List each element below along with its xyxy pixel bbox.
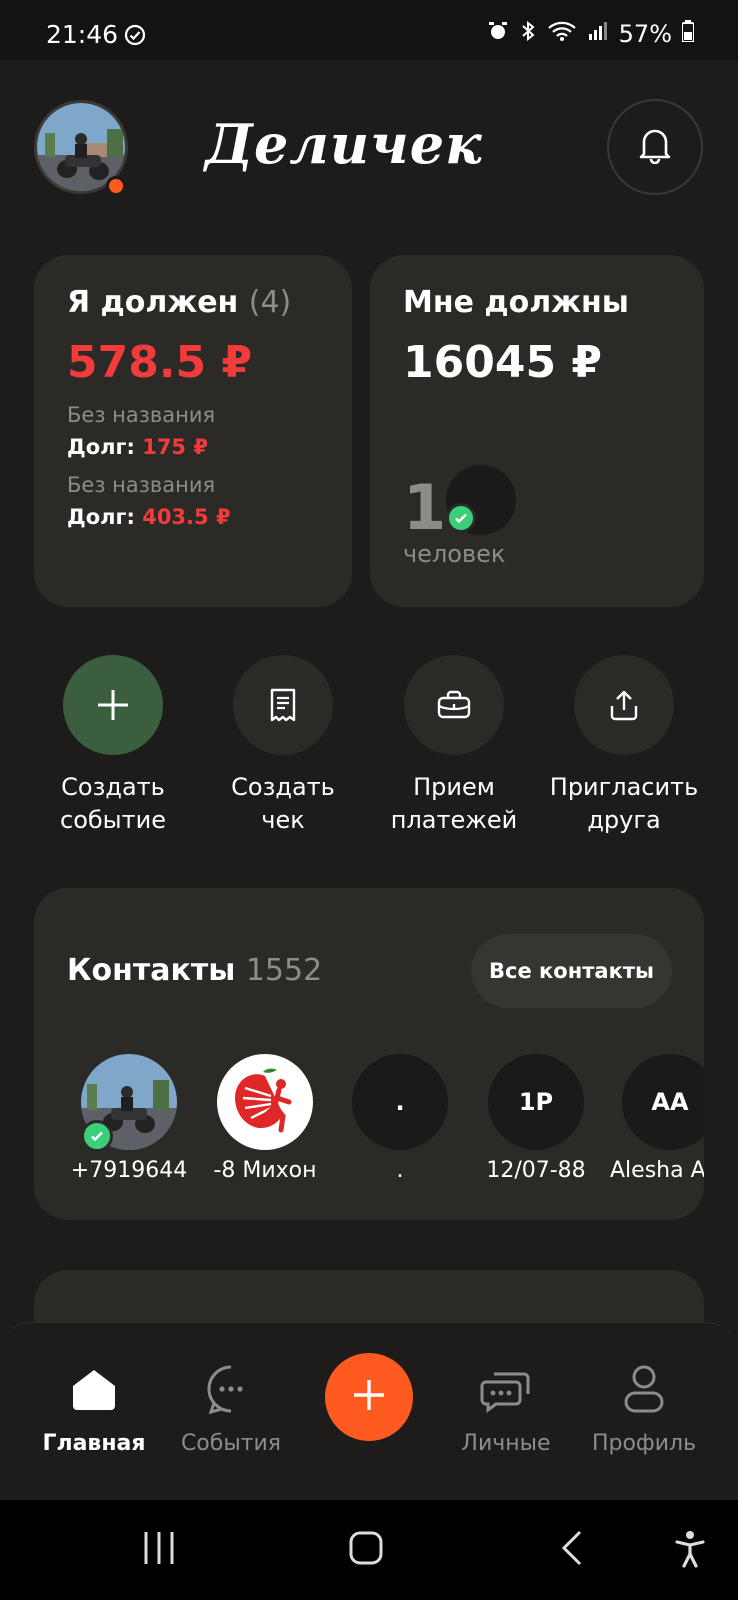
bottom-navigation: Главная События Личные Профиль <box>0 1322 738 1501</box>
contact-name: +7919644 <box>70 1158 188 1183</box>
debt-line: Долг: 403.5 ₽ <box>67 505 231 529</box>
nav-events[interactable]: События <box>161 1361 301 1456</box>
accept-payments-label: Прием платежей <box>390 773 518 834</box>
i-owe-card[interactable]: Я должен (4) 578.5 ₽ Без названия Долг: … <box>34 255 352 607</box>
home-icon <box>24 1361 164 1417</box>
contact-item[interactable]: -8 Михон <box>205 1054 325 1183</box>
chats-icon <box>436 1361 576 1417</box>
alarm-icon <box>487 20 509 48</box>
status-time: 21:46 <box>46 20 119 49</box>
contact-item[interactable]: AA Alesha A <box>610 1054 704 1183</box>
contact-item[interactable]: +7919644 <box>69 1054 189 1183</box>
signal-icon <box>587 20 609 48</box>
create-event-label: Создать событие <box>60 773 166 834</box>
wifi-icon <box>547 20 577 48</box>
add-button[interactable] <box>325 1353 413 1441</box>
verified-check-icon <box>81 1120 113 1152</box>
app-logo: Деличек <box>205 112 483 176</box>
owed-to-me-title: Мне должны <box>403 285 629 320</box>
create-receipt-button[interactable]: Создать чек <box>198 655 368 837</box>
invite-friend-button[interactable]: Пригласить друга <box>539 655 709 837</box>
owed-to-me-card[interactable]: Мне должны 16045 ₽ 1 человек <box>370 255 704 607</box>
contact-avatar: . <box>352 1054 448 1150</box>
status-bar: 21:46 57% <box>0 0 738 60</box>
contact-name: Alesha A <box>610 1158 704 1183</box>
debt-name: Без названия <box>67 403 216 427</box>
create-event-button[interactable]: Создать событие <box>28 655 198 837</box>
accept-payments-button[interactable]: Прием платежей <box>369 655 539 837</box>
people-count: 1 <box>403 471 447 544</box>
debt-line: Долг: 175 ₽ <box>67 435 208 459</box>
bluetooth-icon <box>519 20 537 48</box>
accessibility-icon[interactable] <box>674 1530 706 1572</box>
notifications-button[interactable] <box>607 99 703 195</box>
nav-personal[interactable]: Личные <box>436 1361 576 1456</box>
contact-name: -8 Михон <box>213 1158 317 1183</box>
nav-profile-label: Профиль <box>591 1431 697 1456</box>
contacts-card: Контакты 1552 Все контакты +7919644 -8 М… <box>34 888 704 1220</box>
status-icons: 57% <box>487 20 695 48</box>
contact-name: . <box>396 1158 404 1183</box>
contact-name: 12/07-88 <box>486 1158 586 1183</box>
plus-icon <box>325 1351 413 1443</box>
contacts-count: 1552 <box>245 953 323 988</box>
system-navigation-bar <box>0 1500 738 1600</box>
debt-name: Без названия <box>67 473 216 497</box>
online-status-dot <box>106 176 126 196</box>
plus-icon <box>63 655 163 755</box>
battery-text: 57% <box>618 20 672 48</box>
bell-icon <box>638 126 672 168</box>
create-receipt-label: Создать чек <box>231 773 335 834</box>
i-owe-total: 578.5 ₽ <box>67 337 253 388</box>
debt-amount: 175 ₽ <box>142 435 208 459</box>
chat-bubble-icon <box>161 1361 301 1417</box>
owed-to-me-total: 16045 ₽ <box>403 337 603 388</box>
debt-amount: 403.5 ₽ <box>142 505 231 529</box>
contacts-title: Контакты 1552 <box>67 953 323 988</box>
nav-events-label: События <box>180 1431 282 1456</box>
wallet-icon <box>404 655 504 755</box>
share-icon <box>574 655 674 755</box>
sync-check-icon <box>124 24 146 50</box>
contact-avatar <box>217 1054 313 1150</box>
people-label: человек <box>403 540 506 568</box>
home-system-icon[interactable] <box>348 1530 384 1570</box>
contact-item[interactable]: . . <box>340 1054 460 1183</box>
receipt-icon <box>233 655 333 755</box>
invite-friend-label: Пригласить друга <box>549 773 699 834</box>
nav-profile[interactable]: Профиль <box>574 1361 714 1456</box>
back-icon[interactable] <box>560 1530 584 1570</box>
contact-item[interactable]: 1P 12/07-88 <box>476 1054 596 1183</box>
user-icon <box>574 1361 714 1417</box>
i-owe-count: (4) <box>248 285 292 320</box>
nav-home[interactable]: Главная <box>24 1361 164 1456</box>
battery-icon <box>681 20 695 48</box>
all-contacts-button[interactable]: Все контакты <box>471 934 672 1008</box>
nav-home-label: Главная <box>42 1431 146 1456</box>
recent-apps-icon[interactable] <box>142 1530 176 1570</box>
contact-avatar: 1P <box>488 1054 584 1150</box>
check-icon <box>446 503 476 533</box>
nav-personal-label: Личные <box>461 1431 551 1456</box>
i-owe-title: Я должен (4) <box>67 285 292 320</box>
contact-avatar: AA <box>622 1054 704 1150</box>
